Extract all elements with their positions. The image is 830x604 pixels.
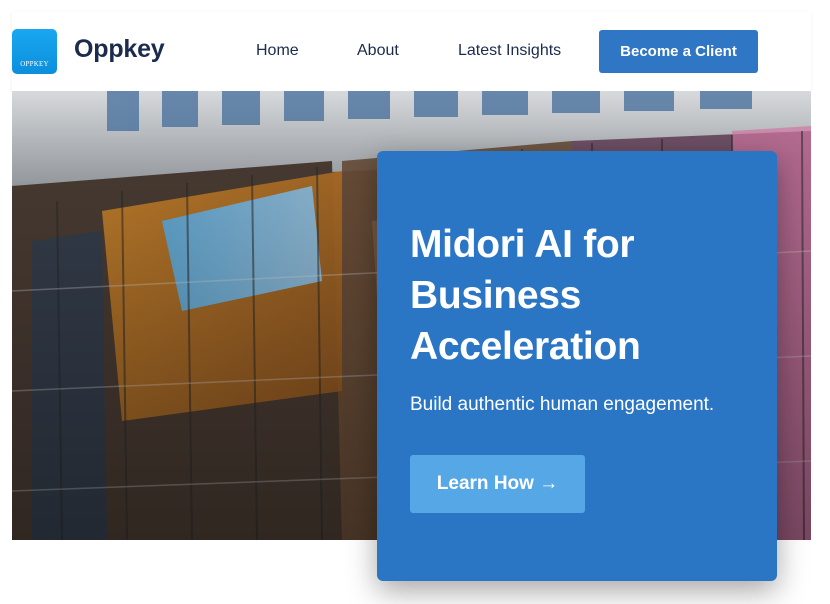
site-header: OPPKEY Oppkey Home About Latest Insights…: [12, 12, 811, 91]
nav-home-link[interactable]: Home: [256, 42, 299, 60]
logo-badge[interactable]: OPPKEY: [12, 29, 57, 74]
nav-latest-insights-link[interactable]: Latest Insights: [458, 42, 561, 60]
hero-card: Midori AI for Business Acceleration Buil…: [377, 151, 777, 581]
hero-subtitle: Build authentic human engagement.: [410, 394, 715, 415]
logo-name[interactable]: Oppkey: [74, 35, 165, 64]
page: OPPKEY Oppkey Home About Latest Insights…: [0, 0, 830, 604]
become-a-client-button[interactable]: Become a Client: [599, 30, 758, 73]
nav-about-link[interactable]: About: [357, 42, 399, 60]
hero-title: Midori AI for Business Acceleration: [410, 223, 641, 368]
learn-how-button[interactable]: Learn How →: [410, 455, 585, 513]
logo-badge-text: OPPKEY: [20, 60, 49, 68]
